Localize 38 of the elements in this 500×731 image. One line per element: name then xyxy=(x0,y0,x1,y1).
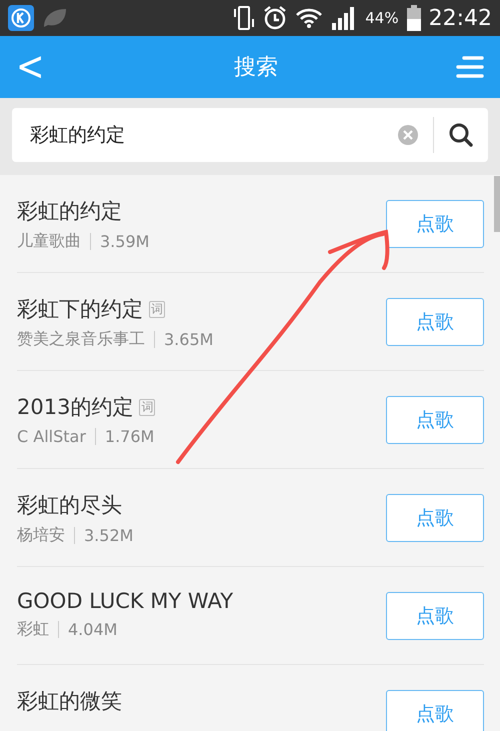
artist-name: C AllStar xyxy=(17,427,86,446)
request-song-button[interactable]: 点歌 xyxy=(386,396,484,444)
lyrics-badge: 词 xyxy=(149,300,165,318)
battery-icon xyxy=(406,5,421,31)
request-song-button[interactable]: 点歌 xyxy=(386,200,484,248)
search-field[interactable]: 彩虹的约定 xyxy=(12,108,488,162)
song-title: 2013的约定 xyxy=(17,394,134,421)
vibrate-icon xyxy=(233,5,256,31)
file-size: 3.52M xyxy=(84,526,134,545)
artist-name: 彩虹 xyxy=(17,619,49,640)
song-title: 彩虹的约定 xyxy=(17,198,122,225)
file-size: 1.76M xyxy=(104,427,154,446)
file-size: 3.65M xyxy=(164,330,214,349)
leaf-icon xyxy=(42,7,68,29)
request-song-button[interactable]: 点歌 xyxy=(386,592,484,640)
song-title: GOOD LUCK MY WAY xyxy=(17,589,234,613)
request-song-button[interactable]: 点歌 xyxy=(386,298,484,346)
song-title: 彩虹的微笑 xyxy=(17,688,122,715)
alarm-icon xyxy=(263,5,288,31)
battery-percent: 44% xyxy=(365,9,399,27)
request-song-button[interactable]: 点歌 xyxy=(386,690,484,731)
artist-name: 儿童歌曲 xyxy=(17,231,81,252)
artist-name: 杨培安 xyxy=(17,525,65,546)
artist-name: 赞美之泉音乐事工 xyxy=(17,329,145,350)
song-title: 彩虹的尽头 xyxy=(17,492,122,519)
file-size: 4.04M xyxy=(68,620,118,639)
wifi-icon xyxy=(295,7,324,29)
page-title: 搜索 xyxy=(234,54,278,82)
song-title: 彩虹下的约定 xyxy=(17,296,143,323)
clock-time: 22:42 xyxy=(428,6,492,30)
back-button[interactable]: < xyxy=(16,43,56,91)
menu-icon[interactable] xyxy=(456,56,484,78)
request-song-button[interactable]: 点歌 xyxy=(386,494,484,542)
app-icon xyxy=(8,5,34,31)
lyrics-badge: 词 xyxy=(139,398,156,416)
file-size: 3.59M xyxy=(100,232,150,251)
scrollbar xyxy=(494,176,500,232)
search-icon[interactable] xyxy=(448,122,474,148)
